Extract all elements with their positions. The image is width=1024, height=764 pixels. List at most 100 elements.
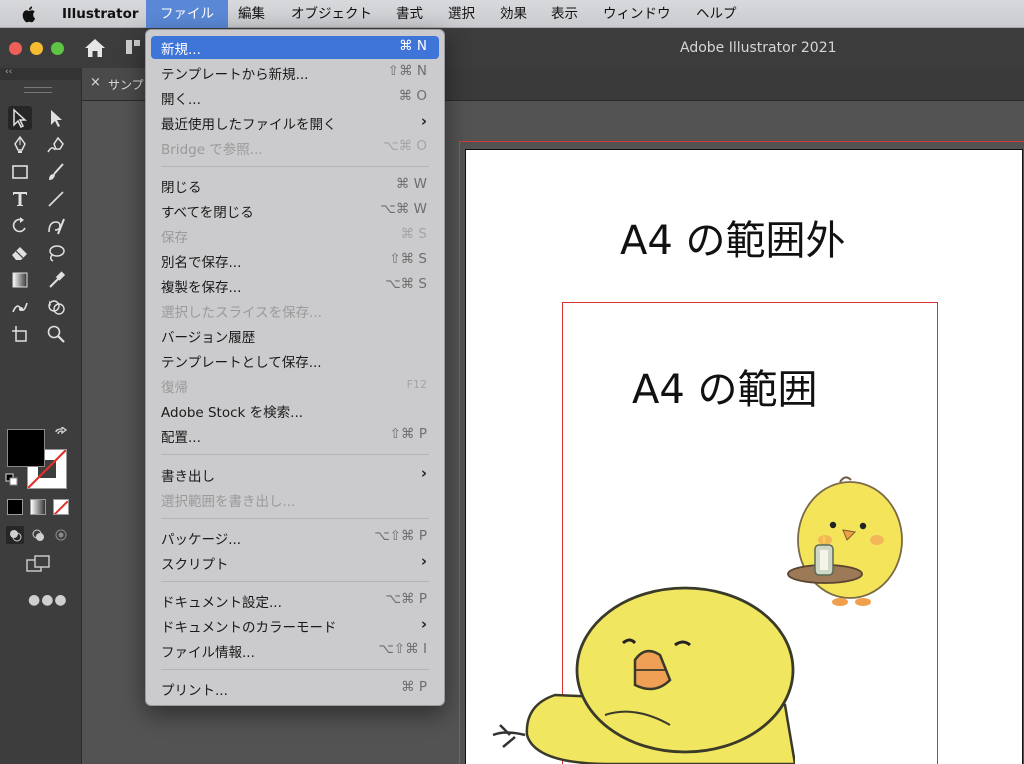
- menu-help[interactable]: ヘルプ: [696, 0, 737, 28]
- submenu-chevron-icon: ›: [420, 615, 427, 633]
- default-colors-icon[interactable]: [5, 473, 19, 487]
- menu-item-print[interactable]: プリント... ⌘ P: [151, 677, 439, 700]
- menu-item-new[interactable]: 新規... ⌘ N: [151, 36, 439, 59]
- pen-tool-icon[interactable]: [8, 133, 32, 157]
- menu-item-label: ドキュメント設定...: [161, 595, 282, 611]
- menu-effect[interactable]: 効果: [500, 0, 527, 28]
- grip-icon[interactable]: [24, 87, 52, 93]
- menu-type[interactable]: 書式: [396, 0, 423, 28]
- menu-item-document-setup[interactable]: ドキュメント設定... ⌥⌘ P: [151, 589, 439, 612]
- file-menu-dropdown: 新規... ⌘ N テンプレートから新規... ⇧⌘ N 開く... ⌘ O 最近使用…: [145, 29, 445, 706]
- menu-item-shortcut: ⌥⇧⌘ I: [378, 641, 427, 657]
- menu-item-label: Bridge で参照...: [161, 142, 263, 158]
- draw-inside-icon[interactable]: [52, 526, 70, 544]
- menu-object[interactable]: オブジェクト: [291, 0, 372, 28]
- menu-item-label: 閉じる: [161, 180, 202, 196]
- gradient-mode-button[interactable]: [30, 499, 46, 515]
- menu-item-package[interactable]: パッケージ... ⌥⇧⌘ P: [151, 526, 439, 549]
- menu-file[interactable]: ファイル: [146, 0, 228, 28]
- menu-item-document-color-mode[interactable]: ドキュメントのカラーモード ›: [151, 614, 439, 637]
- menu-item-new-from-template[interactable]: テンプレートから新規... ⇧⌘ N: [151, 61, 439, 84]
- menu-item-export[interactable]: 書き出し ›: [151, 463, 439, 486]
- direct-selection-tool-icon[interactable]: [44, 106, 68, 130]
- menu-item-open[interactable]: 開く... ⌘ O: [151, 86, 439, 109]
- menu-item-save-a-copy[interactable]: 複製を保存... ⌥⌘ S: [151, 274, 439, 297]
- menu-item-label: テンプレートとして保存...: [161, 355, 322, 371]
- menu-item-shortcut: ⇧⌘ N: [387, 63, 427, 79]
- menu-item-label: 復帰: [161, 380, 188, 396]
- menu-window[interactable]: ウィンドウ: [603, 0, 671, 28]
- menu-item-save-as[interactable]: 別名で保存... ⇧⌘ S: [151, 249, 439, 272]
- lasso-tool-icon[interactable]: [44, 241, 68, 265]
- type-tool-icon[interactable]: [8, 187, 32, 211]
- paintbrush-tool-icon[interactable]: [44, 160, 68, 184]
- menu-edit[interactable]: 編集: [238, 0, 265, 28]
- menu-item-label: プリント...: [161, 683, 228, 699]
- draw-behind-icon[interactable]: [29, 526, 47, 544]
- draw-normal-icon[interactable]: [6, 526, 24, 544]
- panel-header[interactable]: ‹‹: [0, 67, 82, 80]
- eraser-tool-icon[interactable]: [8, 241, 32, 265]
- menu-item-label: Adobe Stock を検索...: [161, 405, 304, 421]
- rectangle-tool-icon[interactable]: [8, 160, 32, 184]
- menu-item-shortcut: ⌥⌘ O: [383, 138, 427, 154]
- menu-item-save-selected-slices: 選択したスライスを保存...: [151, 299, 439, 322]
- menu-item-scripts[interactable]: スクリプト ›: [151, 551, 439, 574]
- menu-item-label: 選択したスライスを保存...: [161, 305, 322, 321]
- fill-color-swatch[interactable]: [7, 429, 45, 467]
- minimize-window-button[interactable]: [30, 42, 43, 55]
- gradient-tool-icon[interactable]: [8, 268, 32, 292]
- puppet-warp-tool-icon[interactable]: [8, 295, 32, 319]
- chick-with-candle-illustration[interactable]: [785, 470, 910, 610]
- menu-item-label: すべてを閉じる: [161, 205, 254, 221]
- menu-item-shortcut: ⌘ S: [400, 226, 427, 242]
- menu-item-browse-in-bridge: Bridge で参照... ⌥⌘ O: [151, 136, 439, 159]
- menu-item-search-adobe-stock[interactable]: Adobe Stock を検索...: [151, 399, 439, 422]
- window-title: Adobe Illustrator 2021: [680, 40, 837, 56]
- menu-item-shortcut: ⌥⌘ S: [385, 276, 427, 292]
- menu-item-file-info[interactable]: ファイル情報... ⌥⇧⌘ I: [151, 639, 439, 662]
- menu-item-label: 選択範囲を書き出し...: [161, 494, 296, 510]
- zoom-window-button[interactable]: [51, 42, 64, 55]
- curvature-tool-icon[interactable]: [44, 133, 68, 157]
- menu-item-open-recent[interactable]: 最近使用したファイルを開く ›: [151, 111, 439, 134]
- menu-item-label: 開く...: [161, 92, 201, 108]
- zoom-tool-icon[interactable]: [44, 322, 68, 346]
- artboard-tool-icon[interactable]: [8, 322, 32, 346]
- home-icon[interactable]: [84, 38, 106, 58]
- app-menu[interactable]: Illustrator: [62, 0, 139, 28]
- shape-builder-tool-icon[interactable]: [44, 295, 68, 319]
- inside-a4-label: A4 の範囲: [632, 367, 818, 413]
- arrange-documents-icon[interactable]: [126, 40, 140, 54]
- menu-view[interactable]: 表示: [551, 0, 578, 28]
- selection-tool-icon[interactable]: [8, 106, 32, 130]
- document-tab[interactable]: × サンプ: [82, 68, 146, 100]
- menu-select[interactable]: 選択: [448, 0, 475, 28]
- close-window-button[interactable]: [9, 42, 22, 55]
- menu-item-close-all[interactable]: すべてを閉じる ⌥⌘ W: [151, 199, 439, 222]
- swap-colors-icon[interactable]: [54, 427, 68, 441]
- collapse-icon[interactable]: ‹‹: [5, 67, 12, 77]
- menu-item-version-history[interactable]: バージョン履歴: [151, 324, 439, 347]
- shaper-tool-icon[interactable]: [44, 214, 68, 238]
- menu-item-save-as-template[interactable]: テンプレートとして保存...: [151, 349, 439, 372]
- menu-item-label: ファイル情報...: [161, 645, 255, 661]
- menu-separator: [161, 669, 429, 670]
- eyedropper-tool-icon[interactable]: [44, 268, 68, 292]
- line-tool-icon[interactable]: [44, 187, 68, 211]
- menu-item-label: スクリプト: [161, 557, 229, 573]
- lying-chick-illustration[interactable]: [485, 585, 795, 764]
- menu-item-place[interactable]: 配置... ⇧⌘ P: [151, 424, 439, 447]
- screen-mode-icon[interactable]: [26, 555, 52, 573]
- tab-close-icon[interactable]: ×: [90, 75, 101, 90]
- edit-toolbar-more-icon[interactable]: ●●●: [28, 592, 68, 608]
- menu-item-label: 保存: [161, 230, 188, 246]
- menu-item-close[interactable]: 閉じる ⌘ W: [151, 174, 439, 197]
- none-mode-button[interactable]: [53, 499, 69, 515]
- rotate-tool-icon[interactable]: [8, 214, 32, 238]
- apple-icon[interactable]: [22, 5, 38, 23]
- menu-item-label: 新規...: [161, 42, 201, 58]
- menu-item-shortcut: ⌥⌘ P: [385, 591, 428, 607]
- menu-item-revert: 復帰 F12: [151, 374, 439, 397]
- color-mode-button[interactable]: [7, 499, 23, 515]
